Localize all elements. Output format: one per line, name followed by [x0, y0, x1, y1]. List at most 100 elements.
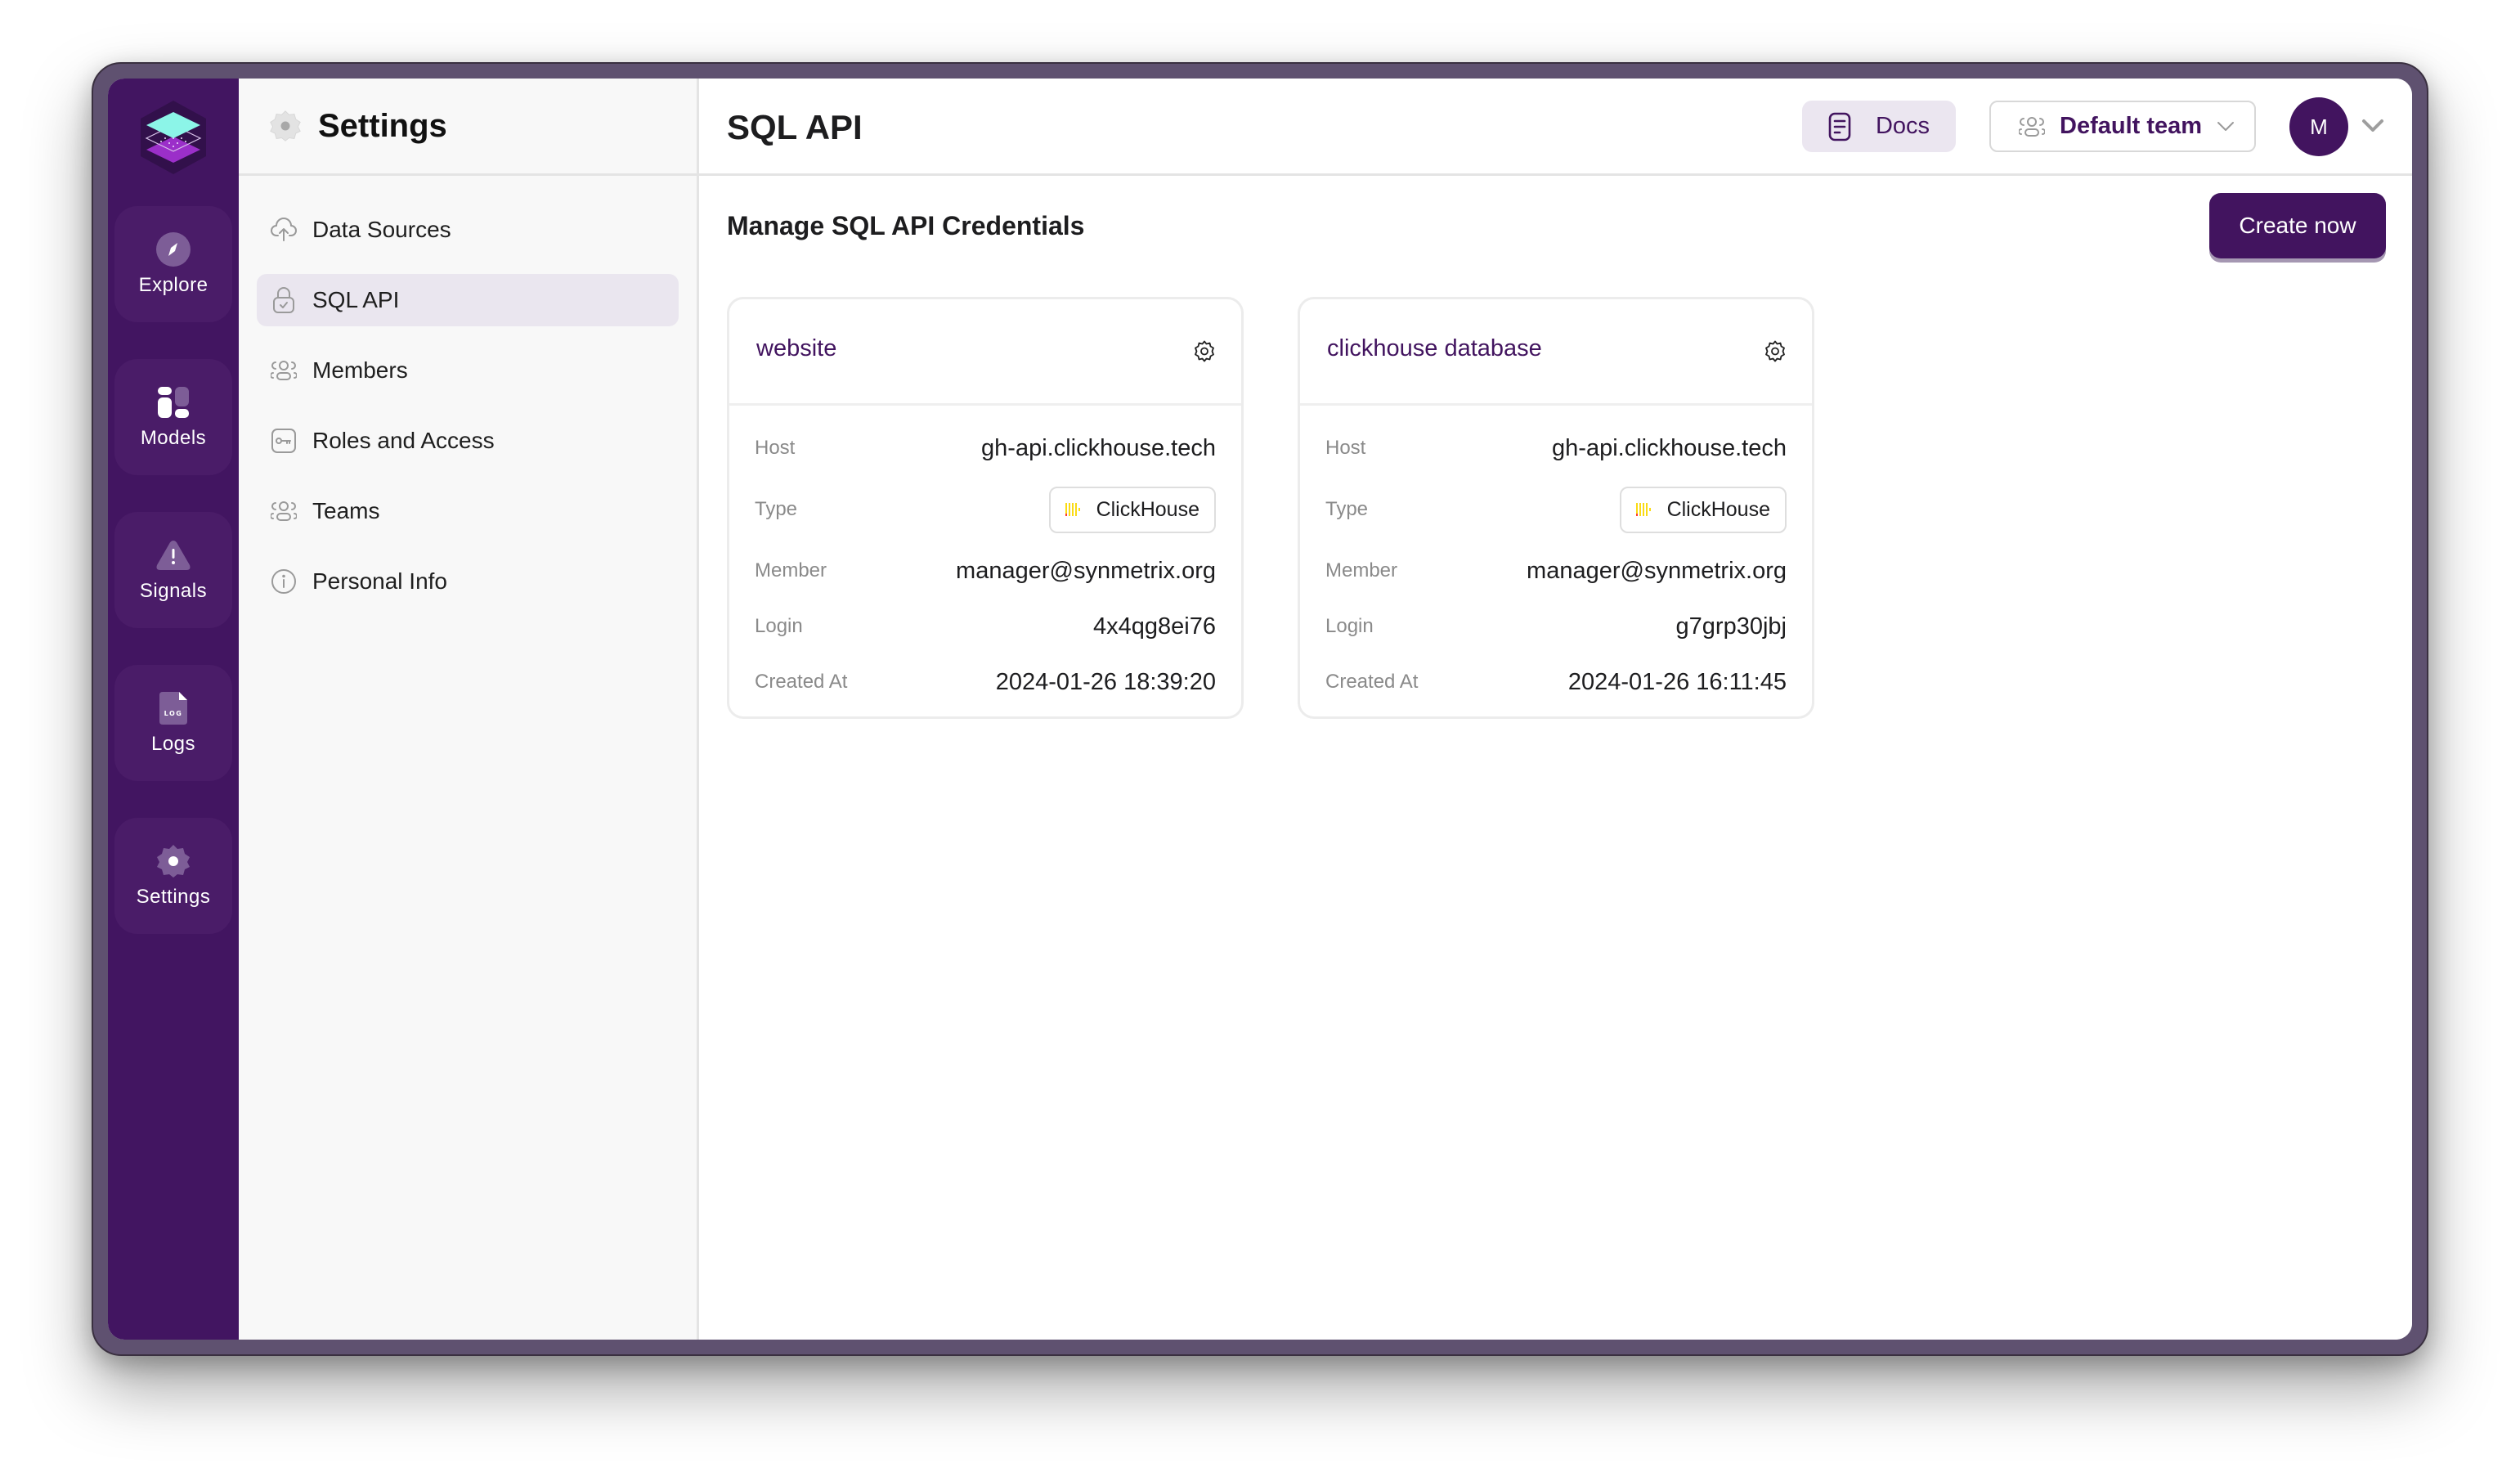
rail-item-settings[interactable]: Settings [114, 818, 232, 934]
gear-icon [155, 843, 191, 879]
users-icon [270, 497, 298, 525]
cloud-upload-icon [270, 216, 298, 244]
lock-icon [270, 286, 298, 314]
detail-row-type: Type ClickHouse [755, 476, 1216, 543]
svg-text:LOG: LOG [164, 710, 183, 717]
member-value: manager@synmetrix.org [956, 557, 1216, 584]
credential-details: Host gh-api.clickhouse.tech Type ClickHo… [1300, 406, 1812, 710]
rail-item-label: Explore [138, 274, 209, 296]
type-badge: ClickHouse [1048, 486, 1216, 533]
rail-item-label: Logs [150, 733, 196, 755]
credential-name[interactable]: clickhouse database [1327, 335, 1542, 362]
settings-panel-header: Settings [239, 79, 697, 176]
settings-nav-personal-info[interactable]: Personal Info [257, 555, 679, 608]
models-icon [155, 384, 191, 420]
credentials-list: website Host gh-api.clickhouse.tech Type [727, 297, 1814, 719]
detail-row-created-at: Created At 2024-01-26 16:11:45 [1325, 654, 1787, 710]
main-content: SQL API Docs Default team M Manage SQL A… [699, 79, 2412, 1340]
rail-item-label: Signals [139, 580, 208, 602]
settings-nav-label: Members [312, 357, 408, 383]
chevron-down-icon[interactable] [2361, 116, 2385, 136]
credential-details: Host gh-api.clickhouse.tech Type ClickHo… [729, 406, 1241, 710]
created-at-value: 2024-01-26 18:39:20 [995, 668, 1216, 695]
main-nav-rail: Explore Models Signals LOG Logs Settings [108, 79, 239, 1340]
credential-card: clickhouse database Host gh-api.clickhou… [1298, 297, 1814, 719]
settings-panel-title: Settings [318, 107, 447, 144]
settings-panel: Settings Data Sources SQL API Members Ro… [239, 79, 699, 1340]
type-badge: ClickHouse [1619, 486, 1787, 533]
settings-nav-sql-api[interactable]: SQL API [257, 274, 679, 326]
warning-icon [155, 537, 191, 573]
rail-item-signals[interactable]: Signals [114, 512, 232, 628]
docs-label: Docs [1875, 113, 1930, 139]
detail-label: Created At [755, 671, 848, 693]
clickhouse-logo-icon [1635, 503, 1651, 516]
app-window: Explore Models Signals LOG Logs Settings… [108, 79, 2412, 1340]
detail-label: Host [1325, 437, 1366, 459]
detail-row-member: Member manager@synmetrix.org [755, 543, 1216, 599]
detail-row-login: Login 4x4qg8ei76 [755, 599, 1216, 654]
login-value: 4x4qg8ei76 [1093, 613, 1216, 640]
log-file-icon: LOG [155, 690, 191, 726]
detail-label: Login [755, 615, 803, 637]
section-title: Manage SQL API Credentials [727, 211, 1085, 240]
gear-icon[interactable] [1764, 340, 1787, 363]
credential-name[interactable]: website [756, 335, 836, 362]
clickhouse-logo-icon [1065, 503, 1080, 516]
settings-nav-members[interactable]: Members [257, 344, 679, 397]
key-icon [270, 427, 298, 455]
credential-card: website Host gh-api.clickhouse.tech Type [727, 297, 1244, 719]
detail-label: Type [755, 498, 798, 520]
host-value: gh-api.clickhouse.tech [981, 434, 1216, 461]
created-at-value: 2024-01-26 16:11:45 [1567, 668, 1787, 695]
user-avatar[interactable]: M [2289, 97, 2348, 156]
type-value: ClickHouse [1666, 497, 1770, 521]
detail-label: Created At [1325, 671, 1419, 693]
main-header: SQL API Docs Default team M [699, 79, 2412, 176]
rail-item-logs[interactable]: LOG Logs [114, 665, 232, 781]
detail-row-login: Login g7grp30jbj [1325, 599, 1787, 654]
team-select[interactable]: Default team [1989, 101, 2256, 152]
rail-item-label: Settings [136, 886, 211, 908]
gear-icon [270, 110, 301, 141]
settings-nav-label: Data Sources [312, 217, 451, 242]
detail-label: Host [755, 437, 796, 459]
settings-nav-label: Personal Info [312, 568, 447, 594]
settings-nav-label: SQL API [312, 287, 400, 312]
chevron-down-icon [2217, 121, 2235, 131]
avatar-initial: M [2310, 114, 2328, 139]
host-value: gh-api.clickhouse.tech [1552, 434, 1787, 461]
docs-button[interactable]: Docs [1802, 101, 1956, 152]
info-icon [270, 568, 298, 595]
app-logo[interactable] [141, 101, 206, 174]
rail-item-models[interactable]: Models [114, 359, 232, 475]
type-value: ClickHouse [1096, 497, 1199, 521]
users-icon [2019, 116, 2045, 137]
settings-nav-data-sources[interactable]: Data Sources [257, 204, 679, 256]
users-icon [270, 357, 298, 384]
settings-nav-roles-and-access[interactable]: Roles and Access [257, 415, 679, 467]
create-now-button[interactable]: Create now [2209, 193, 2386, 258]
settings-nav-label: Roles and Access [312, 428, 495, 453]
settings-nav: Data Sources SQL API Members Roles and A… [239, 176, 697, 608]
page-title: SQL API [727, 108, 863, 146]
settings-nav-label: Teams [312, 498, 380, 523]
detail-label: Member [1325, 559, 1398, 581]
detail-label: Type [1325, 498, 1369, 520]
detail-row-created-at: Created At 2024-01-26 18:39:20 [755, 654, 1216, 710]
team-select-value: Default team [2060, 113, 2203, 139]
detail-row-member: Member manager@synmetrix.org [1325, 543, 1787, 599]
detail-label: Login [1325, 615, 1374, 637]
credential-card-header: website [729, 299, 1241, 406]
settings-nav-teams[interactable]: Teams [257, 485, 679, 537]
detail-row-host: Host gh-api.clickhouse.tech [755, 420, 1216, 476]
detail-label: Member [755, 559, 827, 581]
gear-icon[interactable] [1193, 340, 1216, 363]
rail-item-explore[interactable]: Explore [114, 206, 232, 322]
compass-icon [155, 231, 191, 267]
member-value: manager@synmetrix.org [1527, 557, 1787, 584]
detail-row-host: Host gh-api.clickhouse.tech [1325, 420, 1787, 476]
login-value: g7grp30jbj [1675, 613, 1787, 640]
detail-row-type: Type ClickHouse [1325, 476, 1787, 543]
rail-item-label: Models [140, 427, 207, 449]
